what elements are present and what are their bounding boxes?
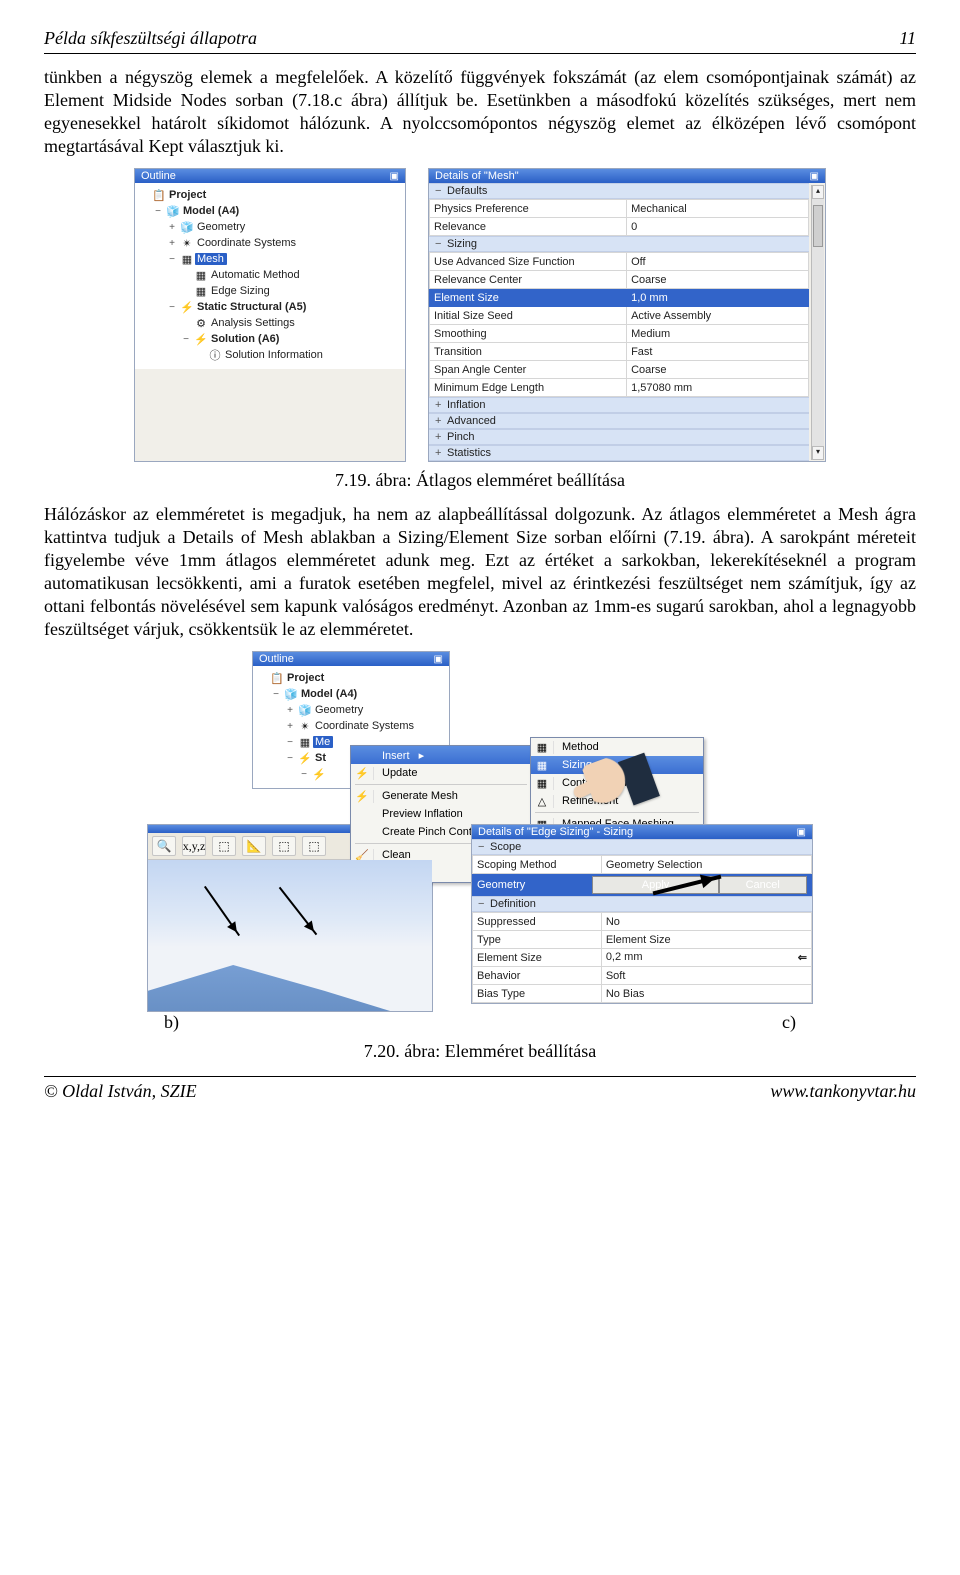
property-row[interactable]: Use Advanced Size FunctionOff [430,253,809,271]
tree-item[interactable]: 📋Project [255,670,447,686]
tree-item[interactable]: +🧊Geometry [137,219,403,235]
property-row[interactable]: SuppressedNo [473,913,812,931]
labels-bc: b) c) [44,1012,916,1033]
viewer-canvas[interactable] [148,860,432,1011]
footer-rule [44,1076,916,1077]
label-c: c) [782,1012,796,1033]
header-rule [44,53,916,54]
menu-item[interactable]: ⚡Generate Mesh [351,787,531,805]
property-row[interactable]: Relevance CenterCoarse [430,271,809,289]
pin-icon[interactable]: ▣ [390,171,399,182]
tree-item[interactable]: −⚡Solution (A6) [137,331,403,347]
details-title: Details of "Mesh" [435,170,519,182]
tree-item[interactable]: 📋Project [137,187,403,203]
details-panel: Details of "Mesh" ▣ DefaultsPhysics Pref… [428,168,826,462]
header-left: Példa síkfeszültségi állapotra [44,28,257,49]
tree-item[interactable]: ▦Automatic Method [137,267,403,283]
details-table[interactable]: DefaultsPhysics PreferenceMechanicalRele… [429,183,809,461]
details-c-panel: Details of "Edge Sizing" - Sizing ▣ Scop… [471,824,813,1004]
outline-title: Outline [141,170,176,182]
tree-item[interactable]: ▦Edge Sizing [137,283,403,299]
property-row[interactable]: Relevance0 [430,218,809,236]
tree-item[interactable]: ⓘSolution Information [137,347,403,363]
label-b: b) [164,1012,179,1033]
property-row[interactable]: TransitionFast [430,343,809,361]
paragraph-1: tünkben a négyszög elemek a megfelelőek.… [44,66,916,158]
cancel-button[interactable]: Cancel [719,876,807,894]
scroll-down[interactable]: ▾ [812,446,824,460]
tree-item[interactable]: ⚙Analysis Settings [137,315,403,331]
section-header[interactable]: Sizing [429,236,809,252]
section-header[interactable]: Pinch [429,429,809,445]
page-number: 11 [899,28,916,49]
scroll-thumb[interactable] [813,205,823,247]
property-row[interactable]: Span Angle CenterCoarse [430,361,809,379]
details-title-bar: Details of "Mesh" ▣ [429,169,825,183]
tree-item[interactable]: +✴Coordinate Systems [137,235,403,251]
geometry-row[interactable]: GeometryApplyCancel [473,875,812,896]
toolbar-button[interactable]: 📐 [242,836,266,856]
section-header[interactable]: Statistics [429,445,809,461]
menu-item[interactable]: Preview Inflation [351,805,531,823]
pin-icon[interactable]: ▣ [797,827,806,838]
outline-title-bar: Outline ▣ [135,169,405,183]
running-footer: © Oldal István, SZIE www.tankonyvtar.hu [44,1081,916,1102]
tree-item[interactable]: +🧊Geometry [255,702,447,718]
outline-a-title-bar: Outline ▣ [253,652,449,666]
property-row[interactable]: Minimum Edge Length1,57080 mm [430,379,809,397]
menu-item[interactable]: ⚡Update [351,764,531,782]
property-row[interactable]: TypeElement Size [473,931,812,949]
property-row[interactable]: Bias TypeNo Bias [473,985,812,1003]
property-row[interactable]: BehaviorSoft [473,967,812,985]
figure-720-bc: 🔍 x,y,z ⬚ 📐 ⬚ ⬚ Details of "Edge Sizing" - Si… [44,824,916,1012]
tree-item[interactable]: −🧊Model (A4) [137,203,403,219]
section-header[interactable]: Defaults [429,183,809,199]
pin-icon[interactable]: ▣ [434,654,443,665]
footer-left: © Oldal István, SZIE [44,1081,197,1102]
tree-item[interactable]: +✴Coordinate Systems [255,718,447,734]
tree-item[interactable]: −🧊Model (A4) [255,686,447,702]
tree-item[interactable]: −▦Mesh [137,251,403,267]
toolbar-button[interactable]: ⬚ [272,836,296,856]
property-row[interactable]: Scoping MethodGeometry Selection [473,856,812,874]
toolbar-button[interactable]: ⬚ [302,836,326,856]
property-row[interactable]: Physics PreferenceMechanical [430,200,809,218]
section-header[interactable]: Inflation [429,397,809,413]
toolbar-button[interactable]: x,y,z [182,836,206,856]
figure-720a: Outline ▣ 📋Project−🧊Model (A4)+🧊Geometry… [252,651,708,789]
toolbar-button[interactable]: 🔍 [152,836,176,856]
details-c-title: Details of "Edge Sizing" - Sizing [478,826,633,838]
details-c-table[interactable]: ScopeScoping MethodGeometry SelectionGeo… [472,839,812,1003]
property-row[interactable]: Initial Size SeedActive Assembly [430,307,809,325]
menu-item[interactable]: Insert ▸ [351,746,531,764]
paragraph-2: Hálózáskor az elemméretet is megadjuk, h… [44,503,916,641]
property-row[interactable]: Element Size0,2 mm ⇐ [473,949,812,967]
scroll-up[interactable]: ▴ [812,185,824,199]
section-header[interactable]: Advanced [429,413,809,429]
pin-icon[interactable]: ▣ [810,171,819,182]
footer-right: www.tankonyvtar.hu [770,1081,916,1102]
caption-720: 7.20. ábra: Elemméret beállítása [44,1041,916,1062]
outline-a-title: Outline [259,653,294,665]
property-row[interactable]: SmoothingMedium [430,325,809,343]
section-header[interactable]: Scope [472,839,812,855]
outline-tree[interactable]: 📋Project−🧊Model (A4)+🧊Geometry+✴Coordina… [135,183,405,369]
running-header: Példa síkfeszültségi állapotra 11 [44,28,916,49]
toolbar-button[interactable]: ⬚ [212,836,236,856]
figure-719: Outline ▣ 📋Project−🧊Model (A4)+🧊Geometry… [44,168,916,462]
scrollbar[interactable]: ▴ ▾ [811,185,824,460]
section-header[interactable]: Definition [472,896,812,912]
caption-719: 7.19. ábra: Átlagos elemméret beállítása [44,470,916,491]
property-row[interactable]: Element Size1,0 mm [430,289,809,307]
outline-panel: Outline ▣ 📋Project−🧊Model (A4)+🧊Geometry… [134,168,406,462]
details-c-title-bar: Details of "Edge Sizing" - Sizing ▣ [472,825,812,839]
tree-item[interactable]: −⚡Static Structural (A5) [137,299,403,315]
